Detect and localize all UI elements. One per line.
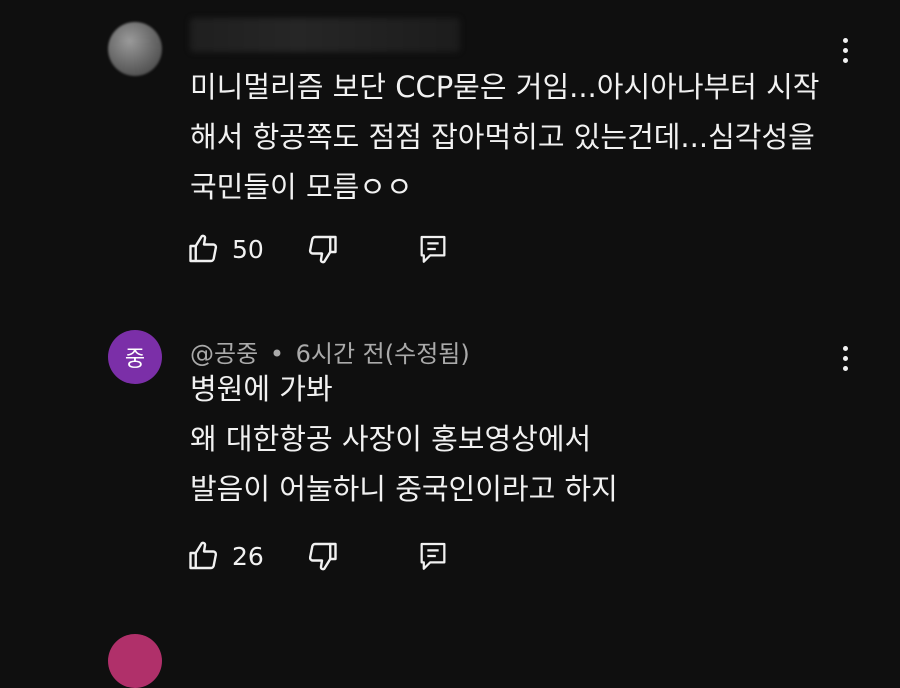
reply-button[interactable] (416, 231, 450, 267)
comment-line: 발음이 어눌하니 중국인이라고 하지 (190, 472, 618, 506)
comment-line: 왜 대한항공 사장이 홍보영상에서 (190, 422, 592, 456)
thumbs-down-icon (308, 542, 337, 571)
comment-item: 미니멀리즘 보단 CCP묻은 거임...아시아나부터 시작 해서 항공쪽도 점점… (0, 0, 900, 290)
avatar[interactable] (108, 634, 162, 688)
dislike-button[interactable] (304, 538, 340, 574)
avatar-letter: 중 (124, 347, 146, 372)
avatar[interactable] (108, 22, 162, 76)
comment-line: 미니멀리즘 보단 CCP묻은 거임...아시아나부터 시작 (190, 70, 820, 104)
comment-line: 국민들이 모름ㅇㅇ (190, 170, 413, 204)
comment-text: 미니멀리즘 보단 CCP묻은 거임...아시아나부터 시작 해서 항공쪽도 점점… (190, 62, 819, 212)
dislike-button[interactable] (304, 231, 340, 267)
thumbs-up-icon (189, 541, 218, 570)
thumbs-up-icon (189, 234, 218, 263)
author-meta-blurred (190, 18, 460, 52)
more-options-button[interactable] (830, 338, 860, 378)
comment-line: 해서 항공쪽도 점점 잡아먹히고 있는건데...심각성을 (190, 120, 815, 154)
more-options-button[interactable] (830, 30, 860, 70)
comment-item: 중 @공중 • 6시간 전(수정됨) 병원에 가봐 왜 대한항공 사장이 홍보영… (0, 290, 900, 610)
avatar[interactable]: 중 (108, 330, 162, 384)
more-vert-icon (842, 345, 848, 351)
like-count: 50 (232, 234, 264, 264)
comment-line: 병원에 가봐 (190, 372, 333, 406)
comment-actions: 50 (186, 229, 450, 269)
like-button[interactable]: 26 (186, 538, 292, 574)
reply-comment-icon (420, 235, 446, 263)
comment-text: 병원에 가봐 왜 대한항공 사장이 홍보영상에서 발음이 어눌하니 중국인이라고… (190, 364, 618, 514)
more-vert-icon (842, 37, 848, 43)
comment-actions: 26 (186, 536, 450, 576)
like-button[interactable]: 50 (186, 231, 292, 267)
like-count: 26 (232, 541, 264, 571)
reply-button[interactable] (416, 538, 450, 574)
reply-comment-icon (420, 542, 446, 570)
thumbs-down-icon (308, 235, 337, 264)
